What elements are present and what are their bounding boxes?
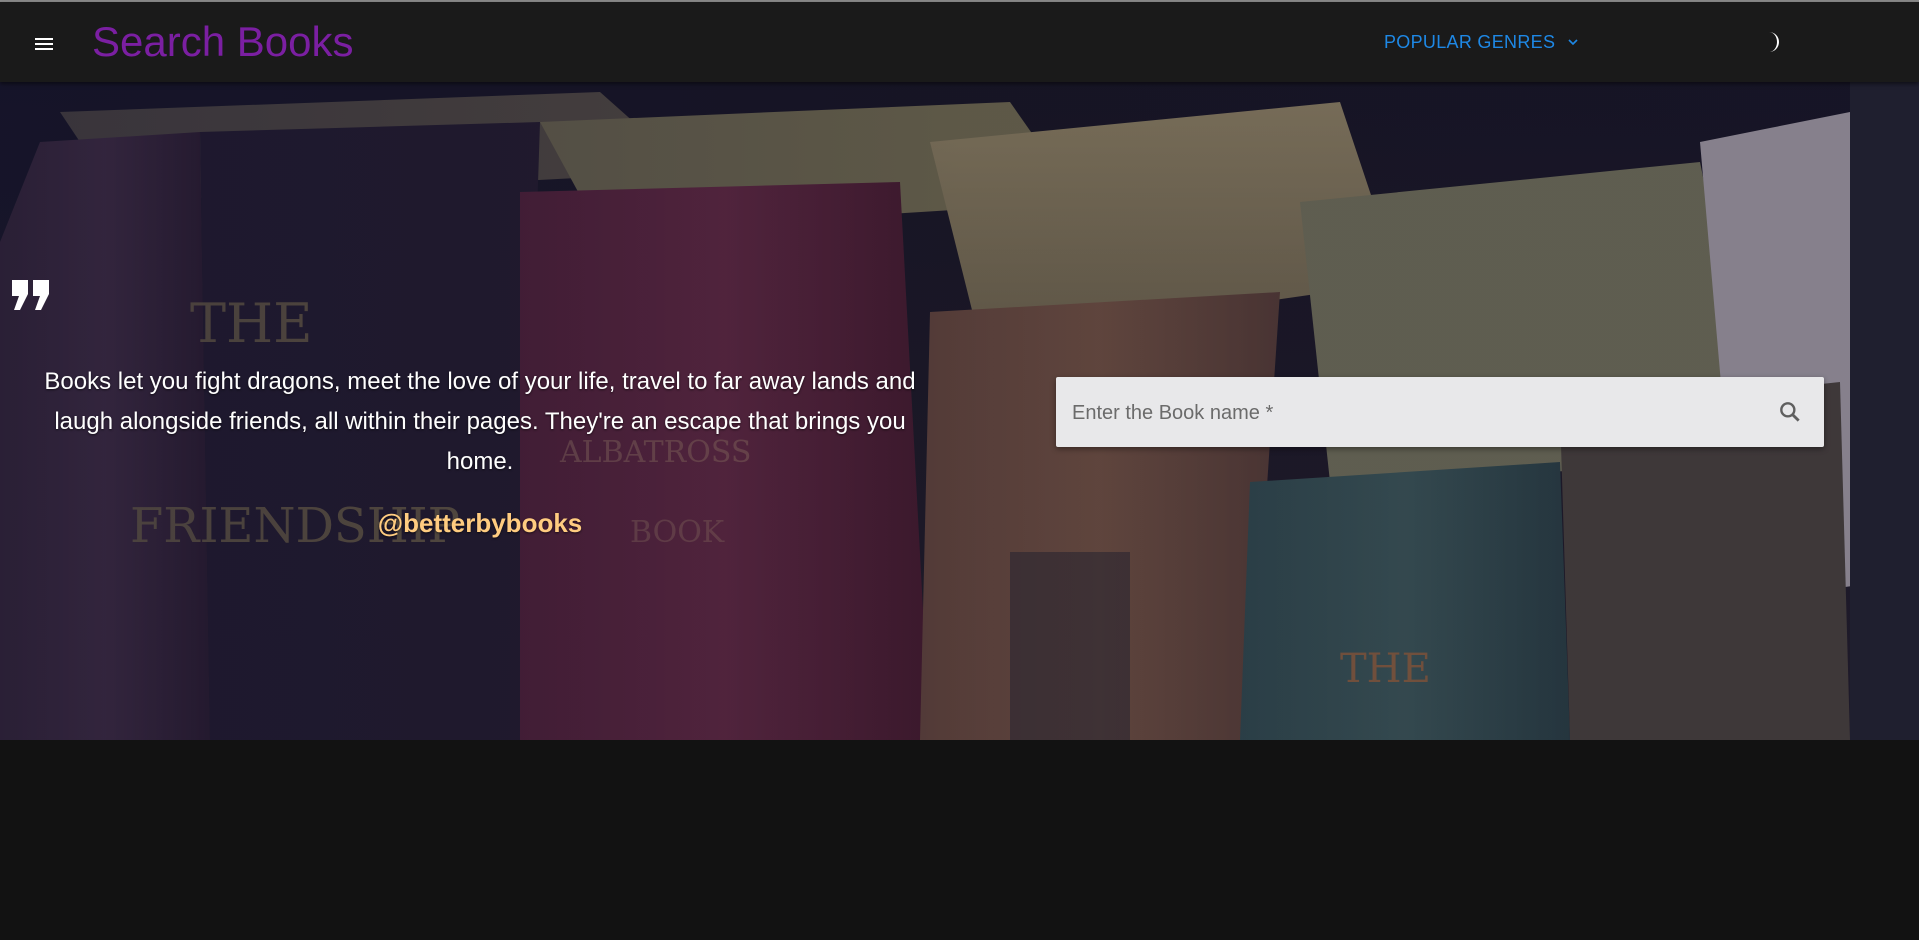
quote-text: Books let you fight dragons, meet the lo… bbox=[44, 368, 916, 475]
popular-genres-label: POPULAR GENRES bbox=[1384, 31, 1556, 52]
content-area bbox=[0, 740, 1919, 940]
chevron-down-icon bbox=[1568, 39, 1578, 46]
quote-author[interactable]: @betterbybooks bbox=[20, 508, 940, 539]
hamburger-menu-icon bbox=[35, 38, 53, 50]
half-moon-icon bbox=[1769, 32, 1779, 52]
search-field bbox=[1056, 377, 1824, 449]
search-icon bbox=[1780, 402, 1800, 422]
popular-genres-dropdown[interactable]: POPULAR GENRES bbox=[1384, 22, 1581, 62]
search-button[interactable] bbox=[1766, 388, 1814, 436]
hero-banner: THE FRIENDSHIP ALBATROSS BOOK THE Books … bbox=[0, 82, 1919, 740]
theme-toggle-button[interactable] bbox=[1752, 22, 1792, 62]
app-bar: Search Books POPULAR GENRES bbox=[0, 2, 1919, 82]
menu-button[interactable] bbox=[20, 20, 68, 68]
book-search-input[interactable] bbox=[1070, 377, 1764, 449]
quote-icon bbox=[12, 280, 49, 310]
app-title[interactable]: Search Books bbox=[92, 16, 353, 68]
